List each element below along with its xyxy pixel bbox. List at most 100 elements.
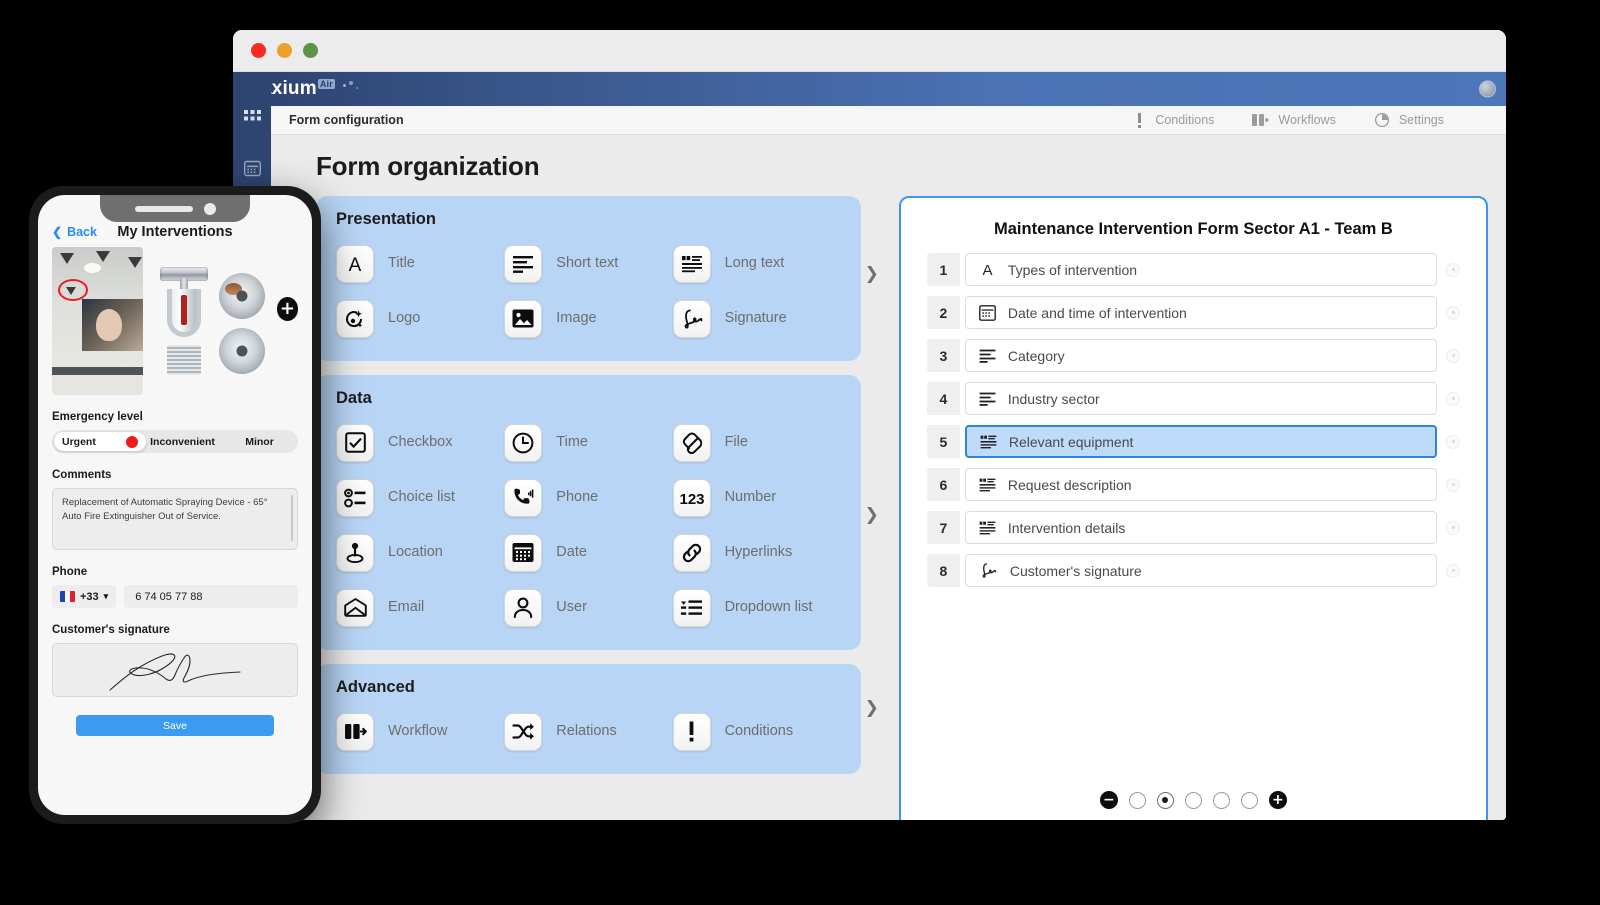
phone-number-input[interactable]: 6 74 05 77 88 xyxy=(124,585,298,608)
row-drag-handle[interactable] xyxy=(1446,391,1460,406)
table-row[interactable]: 4 Industry sector xyxy=(926,382,1460,415)
calendar-icon[interactable] xyxy=(243,160,261,182)
sprinkler-thread xyxy=(167,345,202,375)
row-drag-handle[interactable] xyxy=(1446,477,1460,492)
emergency-level-segmented-control[interactable]: Urgent Inconvenient Minor xyxy=(52,430,298,453)
photo-lamp xyxy=(96,251,110,262)
row-body[interactable]: Relevant equipment xyxy=(964,425,1437,458)
remove-page-button[interactable]: − xyxy=(1099,791,1118,809)
table-row[interactable]: 1 A Types of intervention xyxy=(926,253,1460,286)
comments-textarea[interactable]: Replacement of Automatic Spraying Device… xyxy=(52,488,298,550)
photo-counter xyxy=(52,367,144,375)
palette-item-image[interactable]: Image xyxy=(504,292,672,345)
row-body[interactable]: Category xyxy=(964,339,1437,372)
segment-minor[interactable]: Minor xyxy=(221,436,298,448)
photo-thumbnail-sprinkler-top[interactable] xyxy=(218,273,265,319)
add-photo-button[interactable]: + xyxy=(276,297,299,321)
expand-presentation-chevron-icon[interactable]: ❯ xyxy=(865,264,879,284)
nav-workflows[interactable]: Workflows xyxy=(1252,113,1336,127)
page-dot[interactable] xyxy=(1184,791,1202,809)
palette-item-label: Hyperlinks xyxy=(724,544,793,561)
palette-item-workflow[interactable]: Workflow xyxy=(336,705,504,758)
grid-apps-icon[interactable] xyxy=(243,110,261,132)
number-123-icon: 123 xyxy=(672,478,711,517)
envelope-icon xyxy=(336,588,374,627)
palette-item-hyperlinks[interactable]: Hyperlinks xyxy=(672,526,841,579)
calendar-icon xyxy=(504,533,543,572)
nav-conditions[interactable]: Conditions xyxy=(1133,112,1214,128)
row-drag-handle[interactable] xyxy=(1446,520,1460,535)
palette-item-relations[interactable]: Relations xyxy=(504,705,672,758)
group-title: Presentation xyxy=(336,210,436,228)
palette-item-phone[interactable]: Phone xyxy=(504,471,672,524)
palette-item-label: Phone xyxy=(556,489,599,506)
window-maximize-button[interactable] xyxy=(303,43,318,58)
row-drag-handle[interactable] xyxy=(1446,348,1460,363)
palette-item-long-text[interactable]: Long text xyxy=(672,237,841,290)
photo-thumbnail-store[interactable] xyxy=(52,247,144,395)
row-body[interactable]: Intervention details xyxy=(964,511,1437,544)
row-body[interactable]: Date and time of intervention xyxy=(964,296,1437,329)
expand-data-chevron-icon[interactable]: ❯ xyxy=(865,505,879,525)
palette-item-label: Workflow xyxy=(388,723,448,740)
signature-pad[interactable] xyxy=(52,643,298,697)
scrollbar[interactable] xyxy=(291,495,293,541)
customer-signature-label: Customer's signature xyxy=(52,624,170,636)
row-body[interactable]: Request description xyxy=(964,468,1437,501)
palette-item-choice-list[interactable]: Choice list xyxy=(336,471,504,524)
svg-text:A: A xyxy=(982,262,992,278)
expand-advanced-chevron-icon[interactable]: ❯ xyxy=(865,698,879,718)
row-drag-handle[interactable] xyxy=(1446,563,1460,578)
country-code-select[interactable]: +33 ▾ xyxy=(52,585,117,608)
component-palette: Presentation A Title Short text Long tex… xyxy=(316,196,879,820)
palette-item-time[interactable]: Time xyxy=(504,416,672,469)
palette-item-label: Title xyxy=(388,255,415,272)
long-text-icon xyxy=(979,521,996,535)
page-dot[interactable] xyxy=(1212,791,1230,809)
row-drag-handle[interactable] xyxy=(1446,434,1460,449)
segment-urgent-selected[interactable]: Urgent xyxy=(54,432,146,451)
palette-item-date[interactable]: Date xyxy=(504,526,672,579)
palette-item-signature[interactable]: Signature xyxy=(672,292,841,345)
table-row-selected[interactable]: 5 Relevant equipment xyxy=(926,425,1460,458)
palette-item-title[interactable]: A Title xyxy=(336,237,504,290)
row-body[interactable]: Industry sector xyxy=(964,382,1437,415)
row-drag-handle[interactable] xyxy=(1446,305,1460,320)
window-close-button[interactable] xyxy=(251,43,266,58)
photo-thumbnail-sprinkler-bottom[interactable] xyxy=(218,328,265,374)
row-drag-handle[interactable] xyxy=(1446,262,1460,277)
palette-group-presentation: Presentation A Title Short text Long tex… xyxy=(316,196,879,361)
group-title: Advanced xyxy=(336,678,415,696)
page-dot[interactable] xyxy=(1128,791,1146,809)
long-text-icon xyxy=(980,435,997,449)
palette-item-conditions[interactable]: Conditions xyxy=(672,705,841,758)
palette-item-number[interactable]: 123 Number xyxy=(672,471,841,524)
table-row[interactable]: 2 Date and time of intervention xyxy=(926,296,1460,329)
table-row[interactable]: 6 Request description xyxy=(926,468,1460,501)
short-text-icon xyxy=(979,392,996,406)
user-icon xyxy=(504,588,543,627)
photo-thumbnail-sprinkler[interactable] xyxy=(155,267,209,377)
save-button[interactable]: Save xyxy=(76,715,274,736)
palette-item-short-text[interactable]: Short text xyxy=(504,237,672,290)
page-dot-active[interactable] xyxy=(1156,791,1174,809)
avatar[interactable] xyxy=(1479,80,1496,98)
palette-item-file[interactable]: File xyxy=(672,416,841,469)
table-row[interactable]: 8 Customer's signature xyxy=(926,554,1460,587)
table-row[interactable]: 3 Category xyxy=(926,339,1460,372)
page-dot[interactable] xyxy=(1240,791,1258,809)
palette-item-logo[interactable]: Logo xyxy=(336,292,504,345)
window-minimize-button[interactable] xyxy=(277,43,292,58)
palette-item-label: Image xyxy=(556,310,597,327)
palette-item-checkbox[interactable]: Checkbox xyxy=(336,416,504,469)
row-body[interactable]: Customer's signature xyxy=(964,554,1437,587)
palette-item-email[interactable]: Email xyxy=(336,581,504,634)
add-page-button[interactable]: + xyxy=(1268,791,1287,809)
palette-item-location[interactable]: Location xyxy=(336,526,504,579)
palette-item-user[interactable]: User xyxy=(504,581,672,634)
table-row[interactable]: 7 Intervention details xyxy=(926,511,1460,544)
palette-item-dropdown-list[interactable]: Dropdown list xyxy=(672,581,841,634)
row-body[interactable]: A Types of intervention xyxy=(964,253,1437,286)
segment-inconvenient[interactable]: Inconvenient xyxy=(144,436,221,448)
nav-settings[interactable]: Settings xyxy=(1374,112,1444,128)
